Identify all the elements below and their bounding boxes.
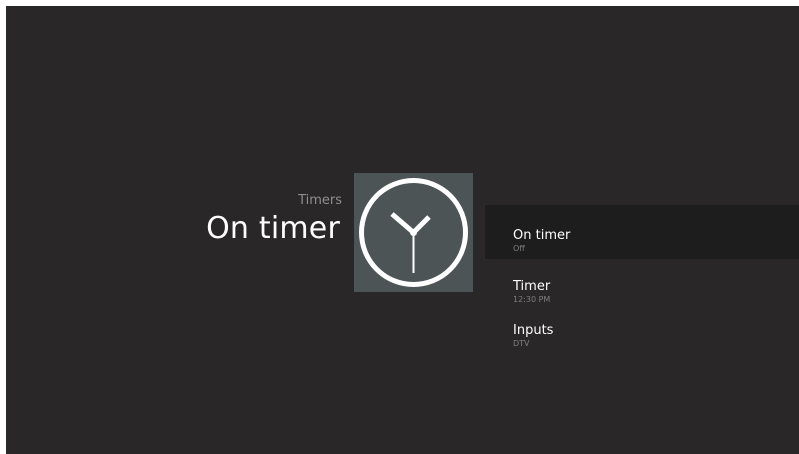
breadcrumb: Timers [298,193,342,208]
menu-item-timer[interactable]: Timer 12:30 PM [485,259,799,309]
tv-settings-screen: Timers On timer On timer Off Timer 12:30… [6,6,799,454]
timer-settings-menu: On timer Off Timer 12:30 PM Inputs DTV [485,205,799,349]
clock-icon [354,173,473,292]
page-title: On timer [206,211,340,246]
menu-item-label: Inputs [513,323,554,338]
menu-item-label: Timer [513,279,551,294]
menu-item-inputs[interactable]: Inputs DTV [485,309,799,349]
menu-item-label: On timer [513,228,571,243]
menu-item-value: DTV [513,339,530,348]
menu-item-value: Off [513,244,525,253]
menu-item-value: 12:30 PM [513,295,551,304]
menu-item-on-timer[interactable]: On timer Off [485,205,799,259]
